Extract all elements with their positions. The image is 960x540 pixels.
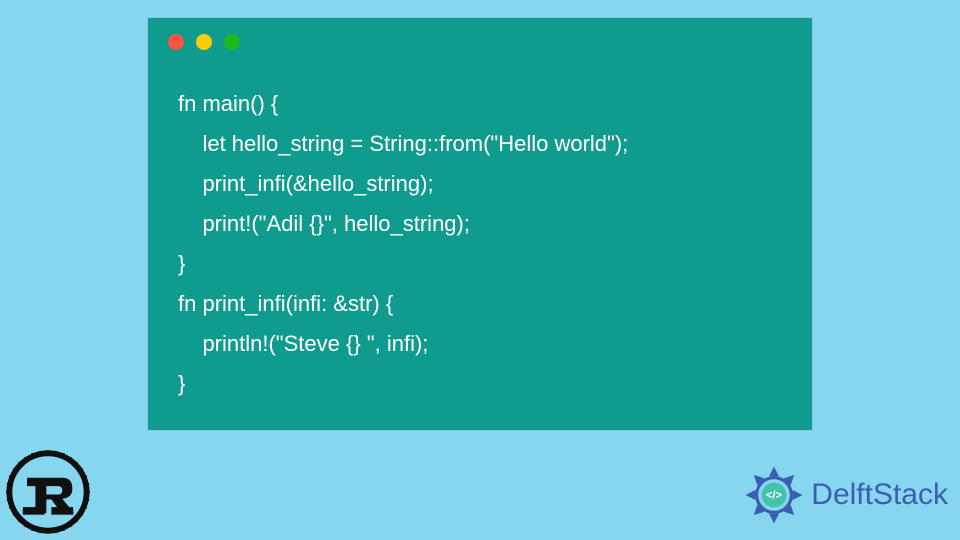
delftstack-logo-icon: </> (743, 464, 805, 526)
rust-logo-icon (6, 450, 90, 534)
code-card: fn main() { let hello_string = String::f… (148, 18, 812, 430)
window-traffic-lights (168, 34, 240, 50)
code-block: fn main() { let hello_string = String::f… (178, 84, 792, 404)
minimize-icon (196, 34, 212, 50)
code-line: println!("Steve {} ", infi); (178, 331, 428, 356)
maximize-icon (224, 34, 240, 50)
close-icon (168, 34, 184, 50)
code-line: } (178, 371, 185, 396)
brand: </> DelftStack (743, 464, 948, 526)
code-line: print_infi(&hello_string); (178, 171, 434, 196)
code-line: } (178, 251, 185, 276)
brand-name: DelftStack (811, 478, 948, 512)
code-line: fn main() { (178, 91, 278, 116)
svg-text:</>: </> (766, 490, 783, 502)
code-line: fn print_infi(infi: &str) { (178, 291, 393, 316)
code-line: let hello_string = String::from("Hello w… (178, 131, 628, 156)
code-line: print!("Adil {}", hello_string); (178, 211, 470, 236)
